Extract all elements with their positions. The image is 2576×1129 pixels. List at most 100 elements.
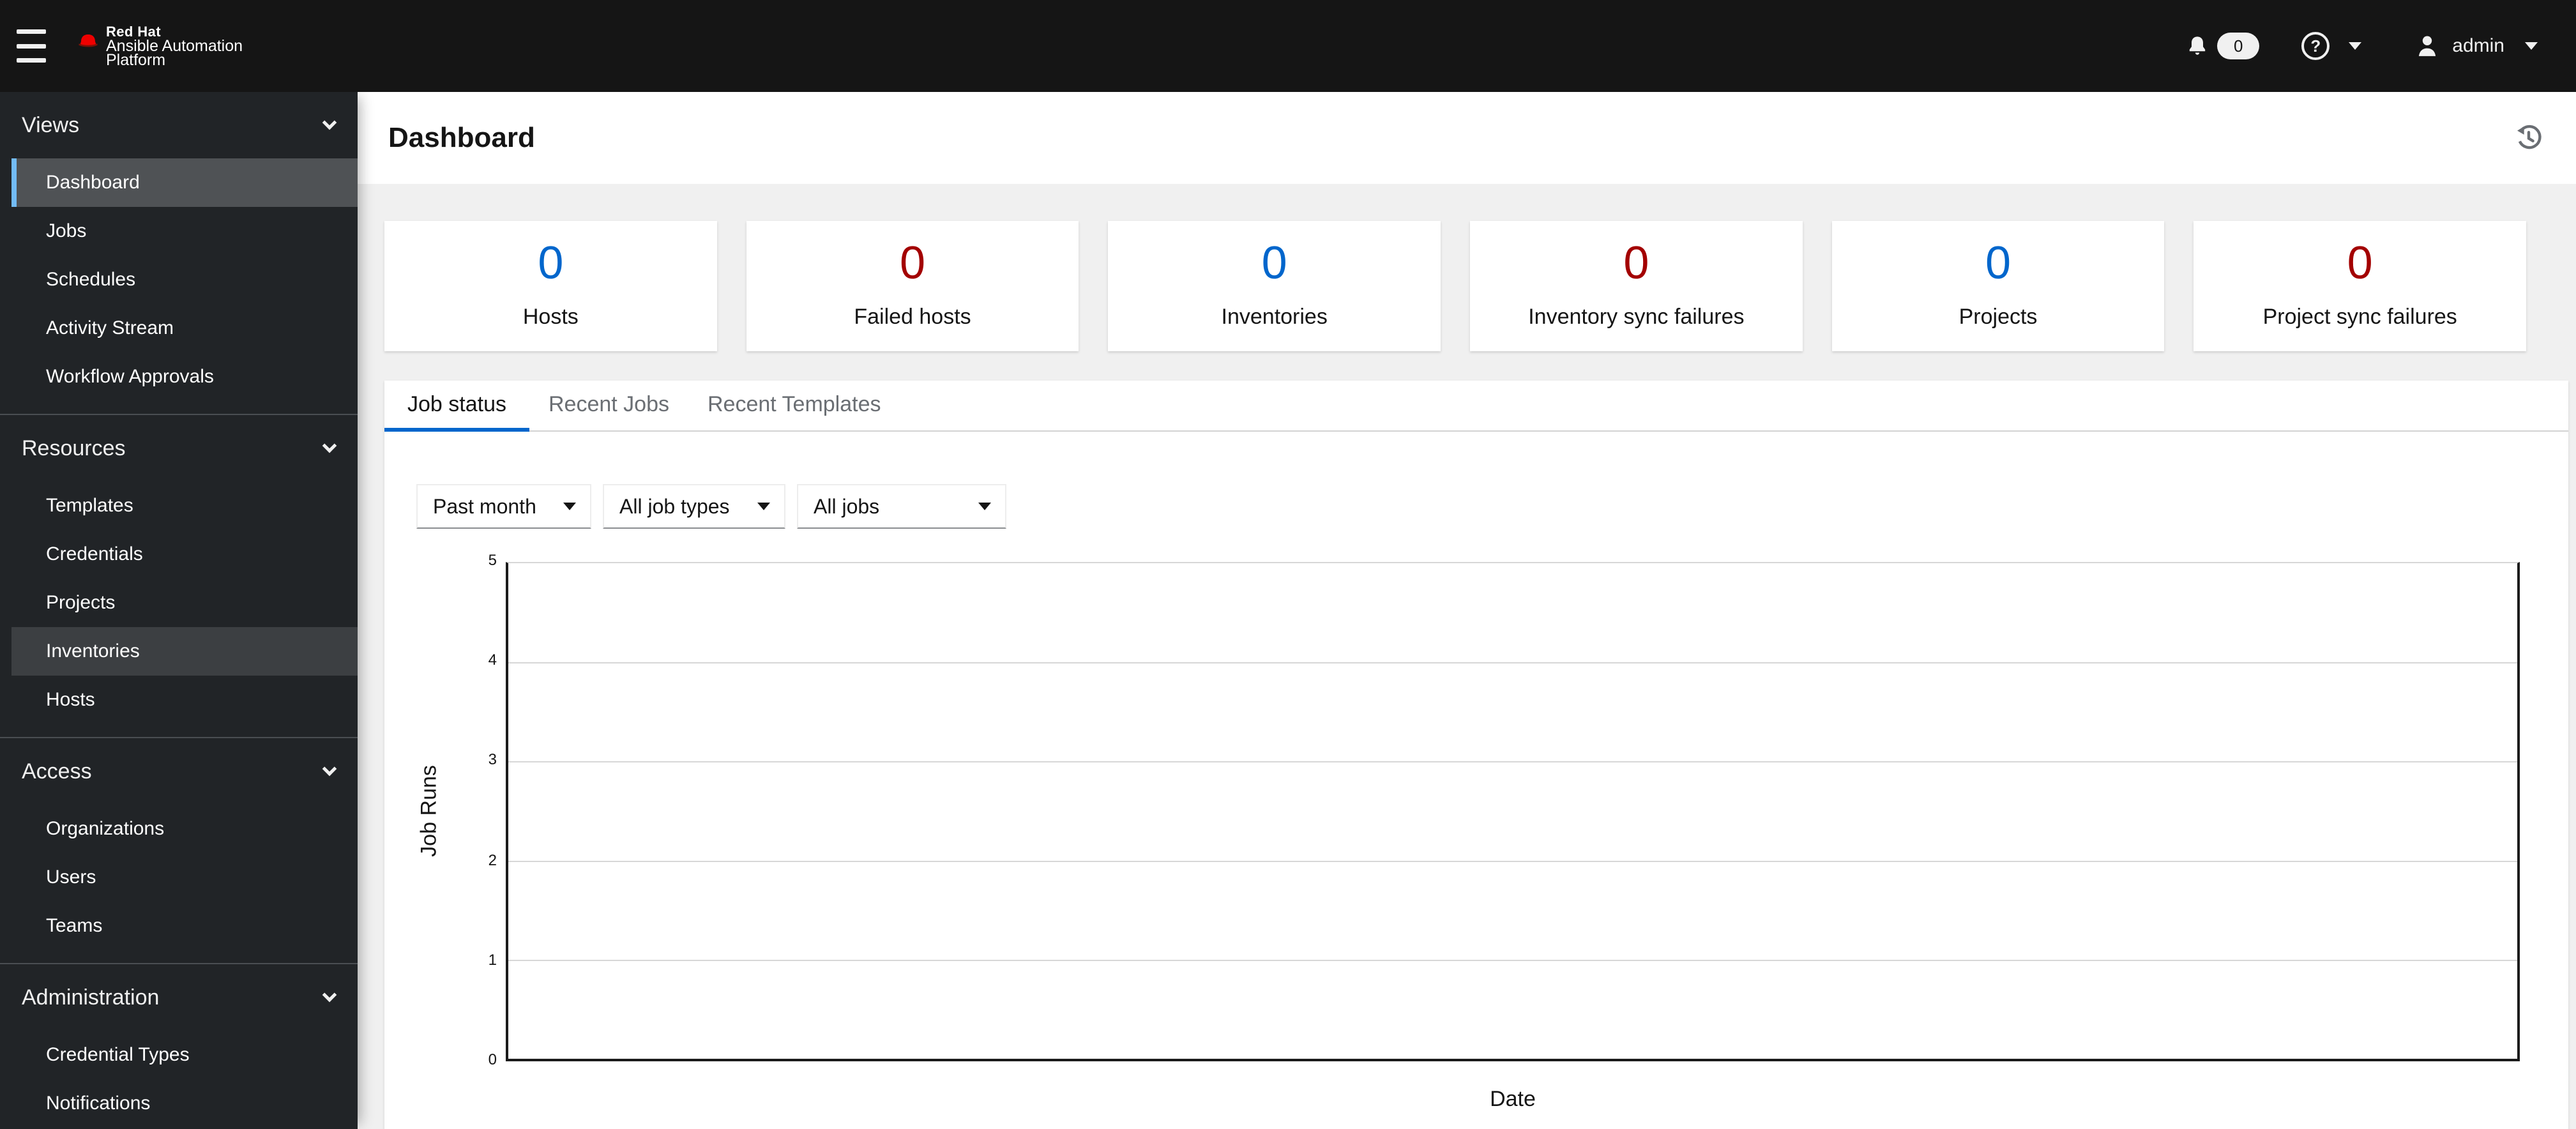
page-title: Dashboard [388, 122, 535, 153]
nav-section-label: Views [22, 112, 80, 137]
card-project-sync-failures[interactable]: 0 Project sync failures [2193, 221, 2527, 351]
sidebar-item-schedules[interactable]: Schedules [11, 255, 358, 304]
sidebar-item-hosts[interactable]: Hosts [11, 676, 358, 724]
card-value[interactable]: 0 [746, 231, 1079, 295]
hamburger-bar [17, 43, 46, 49]
sidebar-item-workflow-approvals[interactable]: Workflow Approvals [11, 352, 358, 401]
history-icon[interactable] [2515, 124, 2543, 152]
sidebar-item-credentials[interactable]: Credentials [11, 530, 358, 579]
card-label: Project sync failures [2262, 305, 2457, 329]
nav-toggle-button[interactable] [17, 29, 46, 63]
card-label: Projects [1959, 305, 2038, 329]
job-select[interactable]: All jobs [797, 484, 1006, 529]
card-value[interactable]: 0 [1108, 231, 1441, 295]
sidebar-item-dashboard[interactable]: Dashboard [11, 158, 358, 207]
y-tick: 3 [488, 751, 497, 768]
user-avatar-icon [2419, 36, 2436, 56]
y-tick: 1 [488, 951, 497, 969]
sidebar-item-users[interactable]: Users [11, 853, 358, 902]
chevron-down-icon [322, 115, 337, 130]
card-value[interactable]: 0 [384, 231, 717, 295]
card-value[interactable]: 0 [1470, 231, 1803, 295]
nav-section-label: Administration [22, 985, 160, 1010]
nav-section-views: Views Dashboard Jobs Schedules Activity … [0, 92, 358, 414]
y-tick: 4 [488, 651, 497, 669]
hamburger-bar [17, 58, 46, 63]
period-select[interactable]: Past month [416, 484, 591, 529]
chart-y-axis-label: Job Runs [416, 765, 441, 857]
nav-section-administration: Administration Credential Types Notifica… [0, 963, 358, 1129]
card-label: Inventory sync failures [1528, 305, 1745, 329]
nav-section-access-header[interactable]: Access [0, 754, 358, 789]
chevron-down-icon [322, 438, 337, 453]
job-runs-chart-plot-area [506, 562, 2520, 1061]
nav-section-resources: Resources Templates Credentials Projects… [0, 414, 358, 737]
select-caret-icon [978, 503, 991, 510]
y-tick: 2 [488, 852, 497, 869]
gridline [508, 761, 2517, 763]
tab-recent-jobs[interactable]: Recent Jobs [529, 381, 688, 432]
nav-section-label: Access [22, 759, 92, 784]
sidebar-item-teams[interactable]: Teams [11, 902, 358, 950]
chart-x-axis-label: Date [1490, 1087, 1536, 1111]
sidebar-item-templates[interactable]: Templates [11, 481, 358, 530]
username-label: admin [2452, 35, 2504, 56]
card-projects[interactable]: 0 Projects [1831, 221, 2165, 351]
card-label: Inventories [1221, 305, 1328, 329]
sidebar-item-credential-types[interactable]: Credential Types [11, 1031, 358, 1079]
user-dropdown-caret-icon[interactable] [2525, 42, 2538, 50]
nav-list: Credential Types Notifications [0, 1031, 358, 1128]
nav-list: Templates Credentials Projects Inventori… [0, 481, 358, 724]
tab-recent-templates[interactable]: Recent Templates [688, 381, 900, 432]
nav-section-administration-header[interactable]: Administration [0, 980, 358, 1015]
sidebar-item-activity-stream[interactable]: Activity Stream [11, 304, 358, 352]
card-hosts[interactable]: 0 Hosts [384, 221, 717, 351]
card-value[interactable]: 0 [2193, 231, 2526, 295]
help-icon[interactable]: ? [2301, 32, 2330, 60]
nav-list: Organizations Users Teams [0, 805, 358, 950]
sidebar-item-organizations[interactable]: Organizations [11, 805, 358, 853]
main-content: 0 Hosts 0 Failed hosts 0 Inventories 0 I… [358, 184, 2576, 1129]
tab-job-status[interactable]: Job status [384, 381, 529, 432]
brand-logo: Red Hat Ansible Automation Platform [77, 25, 243, 69]
period-select-value: Past month [433, 494, 536, 518]
sidebar-item-notifications[interactable]: Notifications [11, 1079, 358, 1128]
hamburger-bar [17, 29, 46, 34]
chart-y-axis-ticks: 5 4 3 2 1 0 [455, 552, 497, 1068]
sidebar-nav: Views Dashboard Jobs Schedules Activity … [0, 92, 358, 1129]
gridline [508, 860, 2517, 862]
app-window: Red Hat Ansible Automation Platform 0 ? … [0, 0, 2576, 1129]
y-tick: 0 [488, 1051, 497, 1068]
sidebar-item-projects[interactable]: Projects [11, 579, 358, 627]
card-label: Hosts [522, 305, 579, 329]
card-value[interactable]: 0 [1832, 231, 2165, 295]
masthead-utilities: 0 ? admin [2188, 0, 2538, 92]
y-tick: 5 [488, 552, 497, 569]
nav-section-resources-header[interactable]: Resources [0, 430, 358, 466]
nav-section-access: Access Organizations Users Teams [0, 737, 358, 963]
job-type-select-value: All job types [619, 494, 730, 518]
notifications-bell-icon[interactable] [2188, 34, 2207, 57]
job-type-select[interactable]: All job types [603, 484, 785, 529]
redhat-fedora-icon [79, 34, 98, 47]
card-failed-hosts[interactable]: 0 Failed hosts [746, 221, 1079, 351]
help-dropdown-caret-icon[interactable] [2349, 42, 2362, 50]
nav-section-views-header[interactable]: Views [0, 107, 358, 143]
masthead: Red Hat Ansible Automation Platform 0 ? … [0, 0, 2576, 92]
notification-count-badge[interactable]: 0 [2217, 33, 2260, 59]
select-caret-icon [757, 503, 770, 510]
job-status-panel: Job status Recent Jobs Recent Templates … [384, 381, 2568, 1129]
nav-section-label: Resources [22, 436, 126, 460]
chart-filters: Past month All job types All jobs [416, 484, 1006, 529]
card-label: Failed hosts [854, 305, 971, 329]
card-inventory-sync-failures[interactable]: 0 Inventory sync failures [1470, 221, 1803, 351]
summary-cards-row: 0 Hosts 0 Failed hosts 0 Inventories 0 I… [384, 221, 2527, 351]
sidebar-item-inventories[interactable]: Inventories [11, 627, 358, 676]
select-caret-icon [563, 503, 576, 510]
brand-line3: Platform [106, 51, 166, 69]
sidebar-item-jobs[interactable]: Jobs [11, 207, 358, 255]
job-select-value: All jobs [814, 494, 880, 518]
chevron-down-icon [322, 987, 337, 1003]
card-inventories[interactable]: 0 Inventories [1108, 221, 1441, 351]
tabs-bar: Job status Recent Jobs Recent Templates [384, 381, 2568, 432]
